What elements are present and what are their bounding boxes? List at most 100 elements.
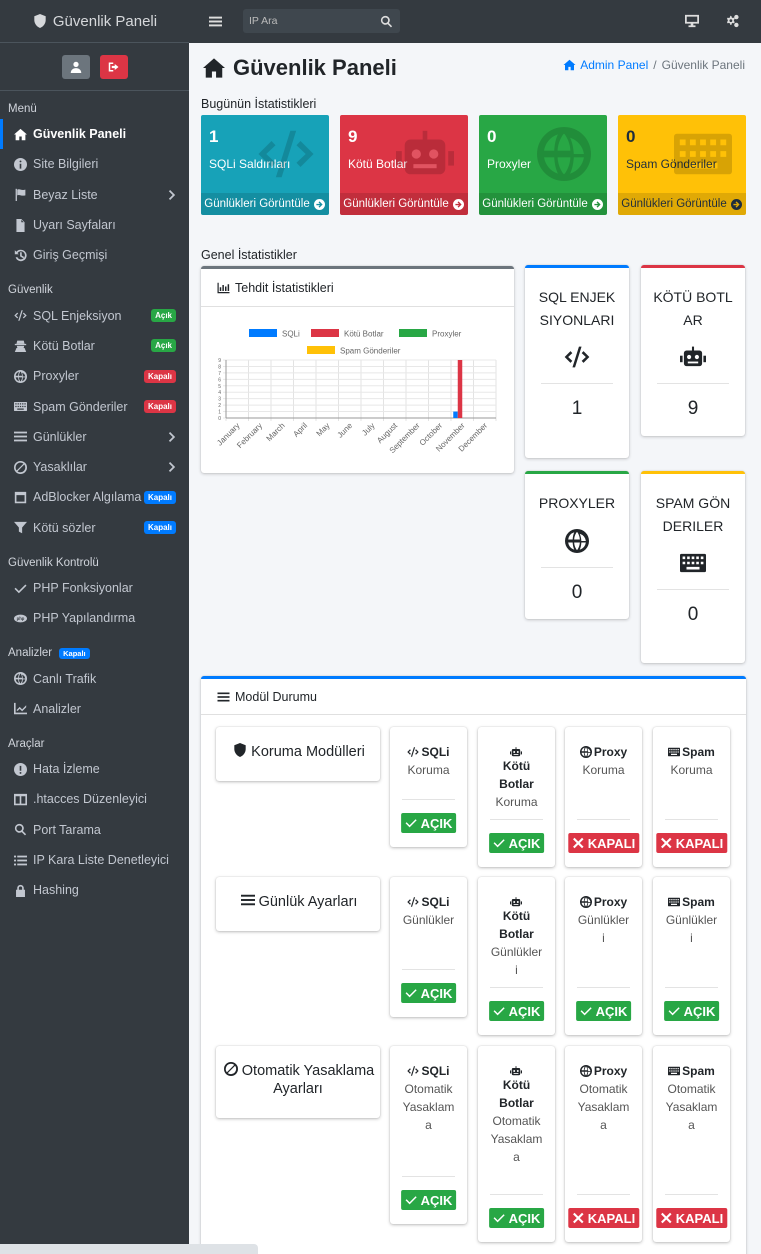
sidebar-item-spam-gönderiler[interactable]: Spam Gönderiler Kapalı bbox=[0, 391, 189, 421]
stat-box-count: 0 bbox=[626, 127, 636, 146]
sidebar-item-kötü-sözler[interactable]: Kötü sözler Kapalı bbox=[0, 513, 189, 543]
breadcrumb-home-link[interactable]: Admin Panel bbox=[561, 58, 648, 72]
menu-toggle-button[interactable] bbox=[207, 14, 223, 31]
module-status-toggle[interactable]: AÇIK bbox=[400, 983, 457, 1003]
module-status-toggle[interactable]: KAPALI bbox=[655, 833, 728, 853]
module-status-toggle[interactable]: AÇIK bbox=[400, 813, 457, 833]
sidebar-item-label: Proxyler bbox=[33, 369, 79, 384]
sidebar-item-sql-enjeksiyon[interactable]: SQL Enjeksiyon Açık bbox=[0, 300, 189, 330]
module-name-text: SQLi bbox=[421, 1064, 450, 1078]
y-tick-label: 8 bbox=[218, 364, 221, 370]
module-status-toggle[interactable]: AÇIK bbox=[663, 1001, 720, 1021]
view-logs-link[interactable]: Günlükleri Görüntüle bbox=[618, 193, 746, 215]
user-panel bbox=[0, 43, 189, 91]
module-subtitle: Koruma bbox=[407, 763, 450, 777]
sidebar-item-label: Yasaklılar bbox=[33, 460, 87, 475]
breadcrumb: Admin Panel / Güvenlik Paneli bbox=[561, 58, 745, 72]
view-logs-link[interactable]: Günlükleri Görüntüle bbox=[201, 193, 329, 215]
sidebar-item-proxyler[interactable]: Proxyler Kapalı bbox=[0, 361, 189, 391]
sidebar-item-uyarı-sayfaları[interactable]: Uyarı Sayfaları bbox=[0, 210, 189, 240]
sidebar-item-site-bilgileri[interactable]: Site Bilgileri bbox=[0, 149, 189, 179]
module-card: Spam Günlükleri AÇIK bbox=[653, 877, 730, 1035]
chevron-right-icon bbox=[168, 189, 176, 200]
view-logs-link[interactable]: Günlükleri Görüntüle bbox=[340, 193, 468, 215]
module-card: Kötü Botlar Koruma AÇIK bbox=[478, 727, 555, 867]
divider bbox=[490, 819, 543, 820]
module-status-toggle[interactable]: AÇIK bbox=[488, 1208, 545, 1228]
module-status-toggle[interactable]: KAPALI bbox=[655, 1208, 728, 1228]
history-icon bbox=[12, 248, 28, 262]
module-status-toggle[interactable]: AÇIK bbox=[575, 1001, 632, 1021]
sidebar-item-php-yapılandırma[interactable]: php PHP Yapılandırma bbox=[0, 603, 189, 633]
breadcrumb-home-text: Admin Panel bbox=[580, 58, 649, 72]
y-tick-label: 3 bbox=[218, 397, 221, 403]
y-tick-label: 9 bbox=[218, 358, 221, 364]
nav-header-label: Güvenlik bbox=[8, 284, 53, 297]
sidebar-item-canlı-trafik[interactable]: Canlı Trafik bbox=[0, 663, 189, 693]
list-ul-icon bbox=[12, 853, 28, 867]
sidebar-item-beyaz-liste[interactable]: Beyaz Liste bbox=[0, 180, 189, 210]
sidebar-item-port-tarama[interactable]: Port Tarama bbox=[0, 815, 189, 845]
module-subtitle: Günlükleri bbox=[490, 945, 543, 977]
module-subtitle: Koruma bbox=[582, 763, 625, 777]
keyboard-icon bbox=[668, 1062, 682, 1076]
desktop-icon bbox=[684, 14, 700, 28]
general-stat-card: KÖTÜ BOTLAR 9 bbox=[641, 265, 745, 436]
code-icon bbox=[257, 127, 315, 181]
sidebar-item-güvenlik-paneli[interactable]: Güvenlik Paneli bbox=[0, 119, 189, 150]
sidebar-item-yasaklılar[interactable]: Yasaklılar bbox=[0, 452, 189, 482]
times-icon bbox=[660, 836, 673, 850]
sidebar-item-label: Güvenlik Paneli bbox=[33, 127, 127, 142]
sidebar-item-günlükler[interactable]: Günlükler bbox=[0, 422, 189, 452]
lock-icon bbox=[12, 883, 28, 897]
divider bbox=[402, 799, 455, 800]
module-status-toggle[interactable]: AÇIK bbox=[488, 833, 545, 853]
module-status-toggle[interactable]: KAPALI bbox=[567, 833, 640, 853]
nav-header: Analizler Kapalı bbox=[0, 633, 189, 663]
sidebar-item-kötü-botlar[interactable]: Kötü Botlar Açık bbox=[0, 331, 189, 361]
sidebar-item-hashing[interactable]: Hashing bbox=[0, 875, 189, 905]
status-badge: Kapalı bbox=[143, 400, 176, 414]
module-name-text: Spam bbox=[682, 895, 715, 909]
code-icon bbox=[407, 893, 421, 907]
ip-search-input[interactable] bbox=[243, 15, 373, 27]
module-status-toggle[interactable]: AÇIK bbox=[400, 1190, 457, 1210]
legend-swatch bbox=[399, 329, 427, 337]
arrow-circle-right-icon bbox=[453, 197, 465, 211]
home-icon bbox=[12, 127, 28, 141]
module-name: SQLi bbox=[390, 893, 467, 911]
desktop-button[interactable] bbox=[684, 14, 700, 31]
general-stat-card: SQL ENJEKSIYONLARI 1 bbox=[525, 265, 629, 458]
sidebar-item-analizler[interactable]: Analizler bbox=[0, 694, 189, 724]
module-status-toggle[interactable]: AÇIK bbox=[488, 1001, 545, 1021]
check-icon bbox=[405, 986, 418, 1000]
brand-link[interactable]: Güvenlik Paneli bbox=[0, 0, 189, 43]
settings-button[interactable] bbox=[724, 14, 740, 31]
breadcrumb-separator: / bbox=[653, 58, 657, 72]
module-status-toggle[interactable]: KAPALI bbox=[567, 1208, 640, 1228]
logout-button[interactable] bbox=[99, 54, 128, 79]
sidebar-item--htacces-düzenleyici[interactable]: .htacces Düzenleyici bbox=[0, 784, 189, 814]
sidebar-item-ip-kara-liste-denetleyici[interactable]: IP Kara Liste Denetleyici bbox=[0, 845, 189, 875]
sidebar-item-label: Kötü sözler bbox=[33, 520, 96, 535]
sidebar-item-php-fonksiyonlar[interactable]: PHP Fonksiyonlar bbox=[0, 573, 189, 603]
profile-button[interactable] bbox=[61, 54, 90, 79]
view-logs-link[interactable]: Günlükleri Görüntüle bbox=[479, 193, 607, 215]
legend-swatch bbox=[311, 329, 339, 337]
search-icon[interactable] bbox=[378, 14, 394, 28]
check-icon bbox=[405, 1193, 418, 1207]
module-status-text: KAPALI bbox=[675, 835, 724, 851]
shield-icon bbox=[32, 14, 48, 28]
sidebar-item-adblocker-algılama[interactable]: AdBlocker Algılama Kapalı bbox=[0, 482, 189, 512]
sidebar-item-label: Uyarı Sayfaları bbox=[33, 218, 116, 233]
module-status-text: AÇIK bbox=[508, 835, 541, 851]
flag-icon bbox=[12, 188, 28, 202]
module-group-title: Günlük Ayarları bbox=[216, 877, 380, 931]
robot-icon bbox=[509, 743, 524, 757]
sidebar-item-giriş-geçmişi[interactable]: Giriş Geçmişi bbox=[0, 240, 189, 270]
general-stat-value: 0 bbox=[687, 604, 699, 625]
sidebar-item-hata-i-zleme[interactable]: Hata İzleme bbox=[0, 754, 189, 784]
module-card: SQLi Otomatik Yasaklama AÇIK bbox=[390, 1046, 467, 1224]
module-subtitle: Günlükler bbox=[402, 913, 455, 927]
module-name-text: Spam bbox=[682, 1064, 715, 1078]
